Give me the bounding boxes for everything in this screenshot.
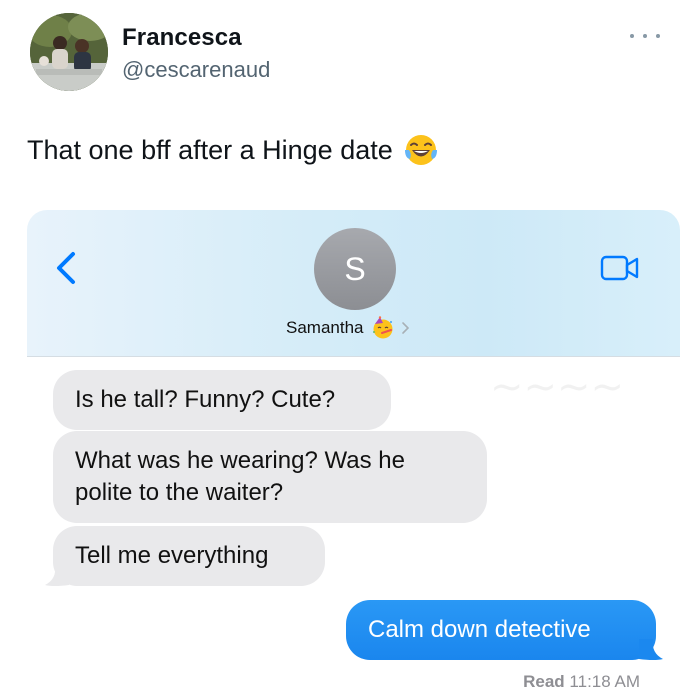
- contact-name-button[interactable]: Samantha: [286, 316, 410, 340]
- outgoing-bubble-tail: [639, 639, 663, 660]
- tweet-text-body: That one bff after a Hinge date: [27, 134, 393, 165]
- back-chevron-icon[interactable]: [51, 248, 81, 288]
- avatar-photo: [30, 13, 108, 91]
- outgoing-message-bubble[interactable]: Calm down detective: [346, 600, 656, 660]
- contact-avatar[interactable]: S: [314, 228, 396, 310]
- contact-name: Samantha: [286, 318, 364, 337]
- facetime-video-icon[interactable]: [600, 254, 640, 282]
- svg-text:~~~~: ~~~~: [490, 364, 624, 410]
- incoming-message-bubble[interactable]: Is he tall? Funny? Cute?: [53, 370, 391, 430]
- message-text: Calm down detective: [368, 616, 591, 643]
- more-dot-icon: [656, 34, 660, 38]
- contact-initial: S: [344, 250, 366, 287]
- incoming-bubble-tail: [45, 565, 69, 586]
- more-dot-icon: [643, 34, 647, 38]
- message-text: Is he tall? Funny? Cute?: [75, 386, 336, 413]
- incoming-message-bubble[interactable]: What was he wearing? Was he polite to th…: [53, 431, 487, 523]
- read-label: Read: [523, 672, 565, 691]
- party-face-emoji-icon: [372, 316, 392, 339]
- profile-avatar[interactable]: [30, 13, 108, 91]
- chevron-right-icon: [401, 322, 409, 334]
- imessage-screenshot: S Samantha ~~~~ Is he tall? Funny? Cute?…: [27, 210, 680, 700]
- display-name[interactable]: Francesca: [122, 24, 242, 52]
- user-handle[interactable]: @cescarenaud: [122, 57, 270, 83]
- read-time: 11:18 AM: [569, 672, 640, 691]
- tweet-text: That one bff after a Hinge date: [27, 132, 439, 168]
- more-dot-icon: [630, 34, 634, 38]
- read-receipt: Read 11:18 AM: [523, 672, 640, 692]
- more-options-button[interactable]: [630, 30, 660, 42]
- message-text: What was he wearing? Was he polite to th…: [75, 447, 405, 506]
- conversation-header: S Samantha: [27, 210, 680, 357]
- background-watermark: ~~~~: [490, 364, 624, 410]
- incoming-message-bubble[interactable]: Tell me everything: [53, 526, 325, 586]
- laughing-tears-emoji-icon: [404, 135, 437, 165]
- message-text: Tell me everything: [75, 542, 269, 569]
